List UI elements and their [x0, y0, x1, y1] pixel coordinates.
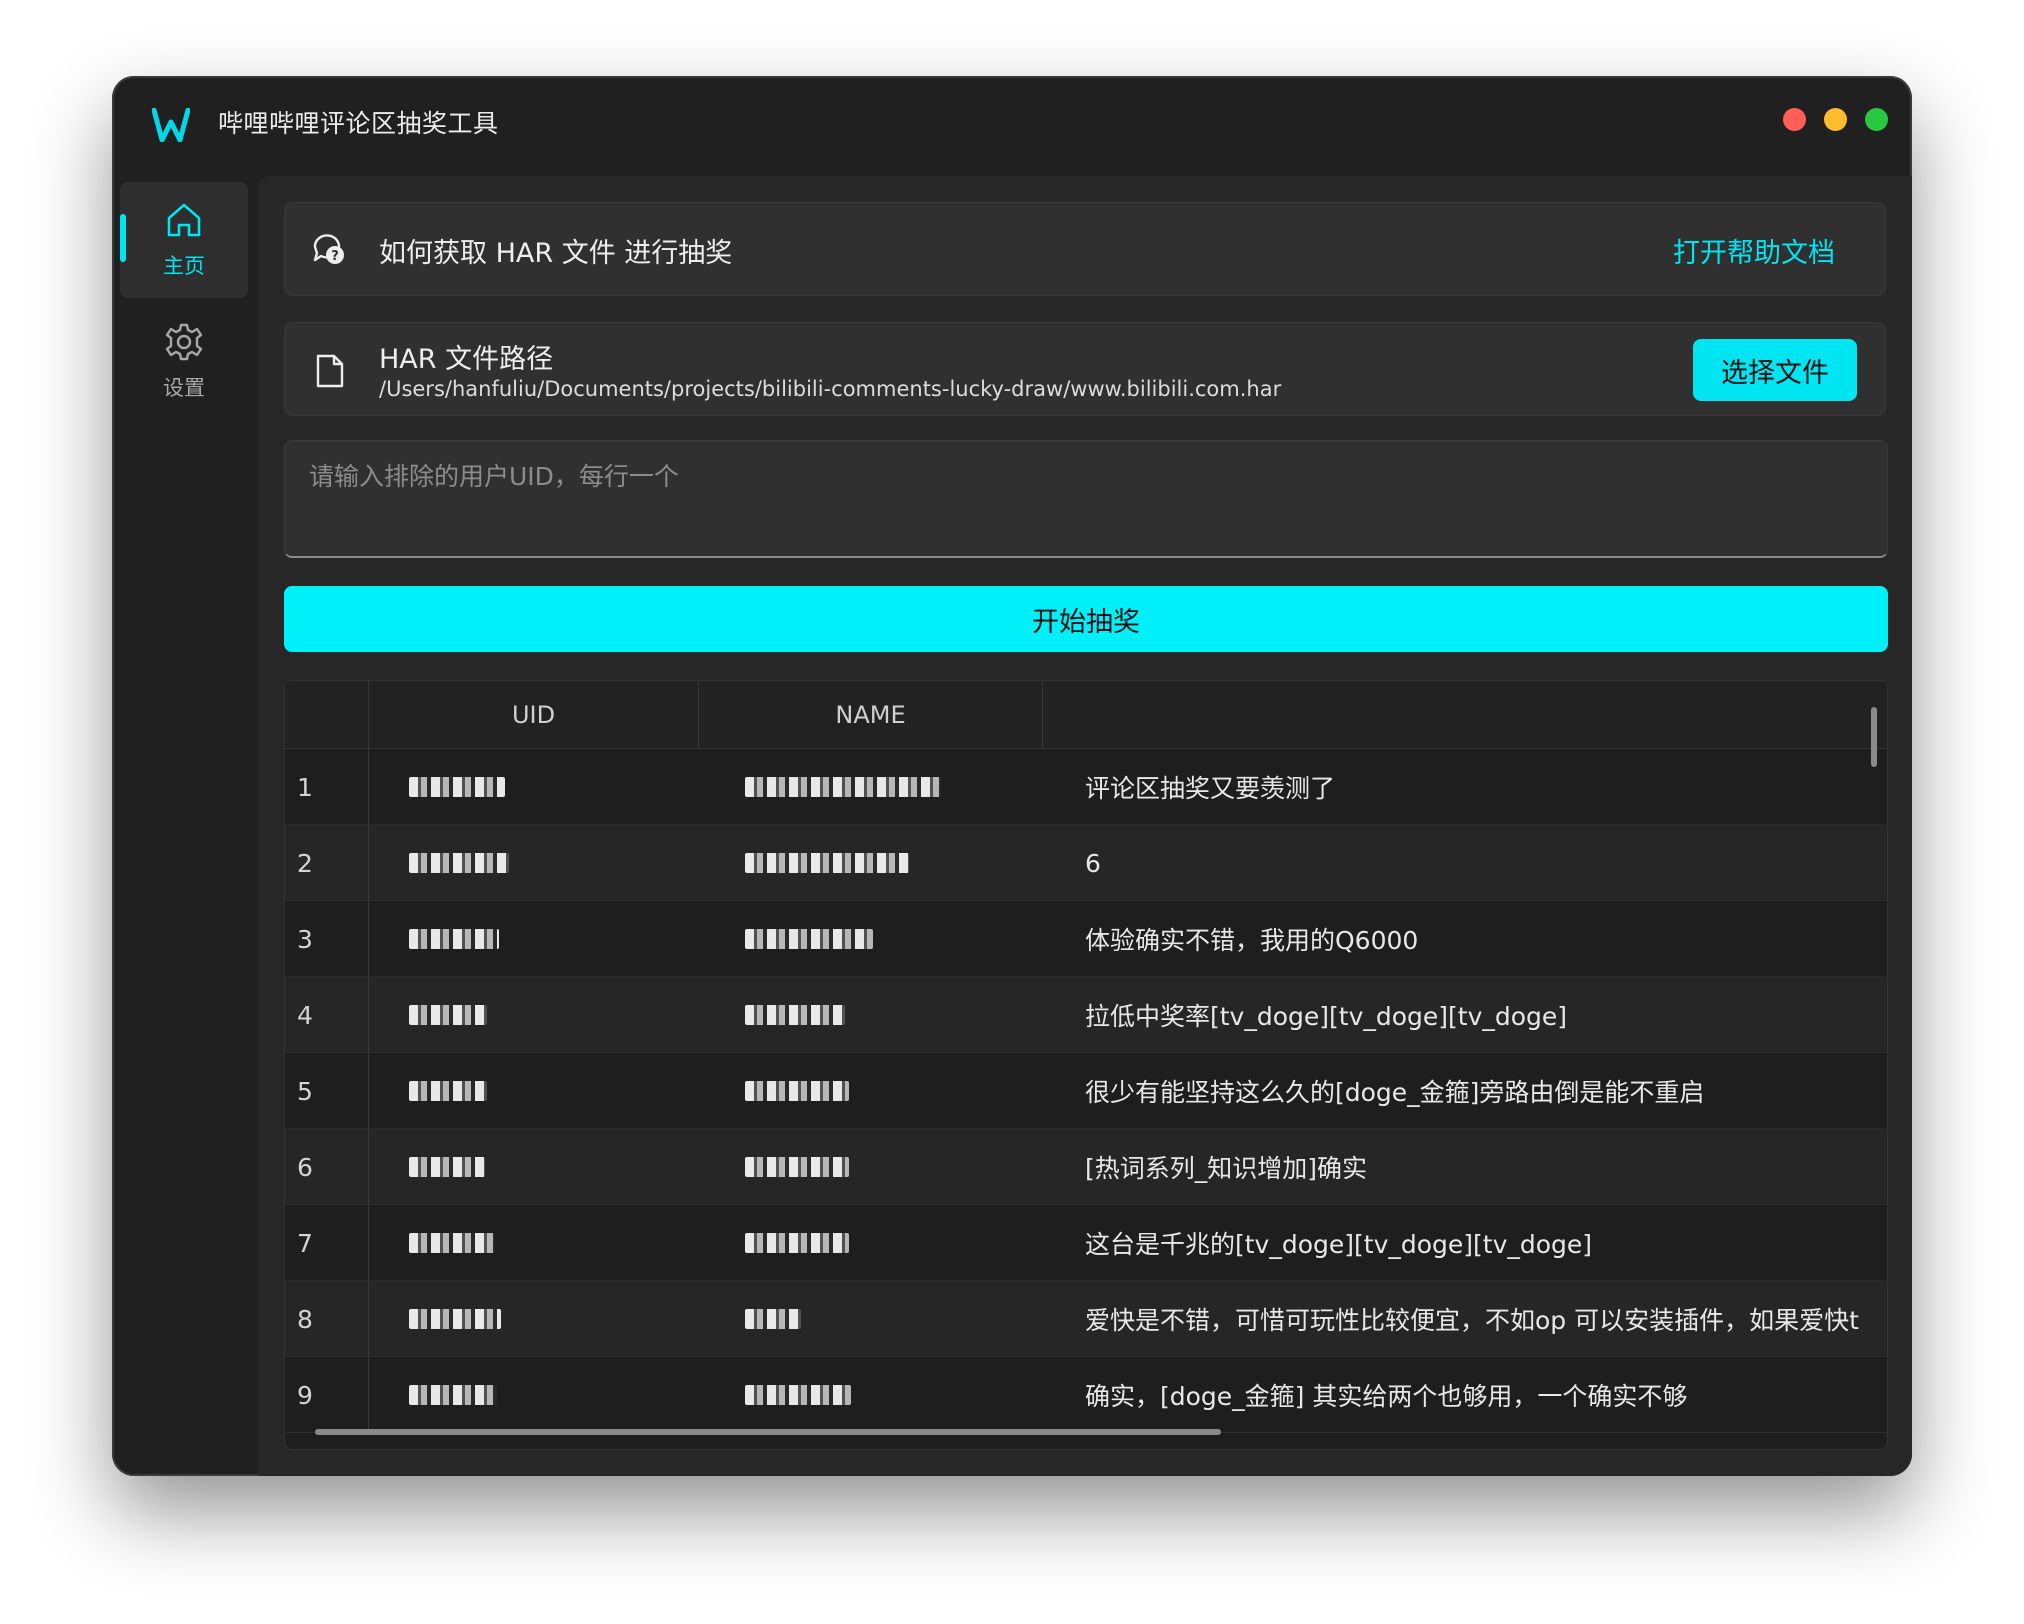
name-cell-redacted [699, 825, 1043, 901]
vertical-scrollbar[interactable] [1871, 707, 1877, 767]
column-header-index[interactable] [285, 681, 369, 749]
table-row[interactable]: 3 体验确实不错，我用的Q6000 [285, 901, 1887, 977]
select-file-button[interactable]: 选择文件 [1693, 339, 1857, 401]
uid-cell-redacted [369, 901, 699, 977]
uid-cell-redacted [369, 977, 699, 1053]
title-bar: 哔哩哔哩评论区抽奖工具 [112, 76, 1912, 176]
table-header: UID NAME [285, 681, 1887, 749]
table-row[interactable]: 2 6 [285, 825, 1887, 901]
sidebar: 主页 设置 [112, 176, 258, 1476]
sidebar-item-label: 主页 [163, 254, 205, 278]
row-index: 1 [285, 749, 369, 825]
uid-cell-redacted [369, 749, 699, 825]
file-path-value: /Users/hanfuliu/Documents/projects/bilib… [379, 377, 1282, 401]
comment-cell: 拉低中奖率[tv_doge][tv_doge][tv_doge] [1085, 1002, 1568, 1031]
table-row[interactable]: 6 [热词系列_知识增加]确实 [285, 1129, 1887, 1205]
sidebar-item-label: 设置 [163, 376, 205, 400]
file-card: HAR 文件路径 /Users/hanfuliu/Documents/proje… [284, 322, 1886, 416]
horizontal-scrollbar[interactable] [315, 1429, 1221, 1435]
name-cell-redacted [699, 901, 1043, 977]
uid-cell-redacted [369, 1053, 699, 1129]
table-row[interactable]: 9 确实，[doge_金箍] 其实给两个也够用，一个确实不够 [285, 1357, 1887, 1433]
column-header-uid[interactable]: UID [369, 681, 699, 749]
svg-text:?: ? [331, 249, 339, 264]
close-window-button[interactable] [1783, 108, 1806, 131]
uid-cell-redacted [369, 1281, 699, 1357]
maximize-window-button[interactable] [1865, 108, 1888, 131]
help-card: ? 如何获取 HAR 文件 进行抽奖 打开帮助文档 [284, 202, 1886, 296]
comment-cell: 这台是千兆的[tv_doge][tv_doge][tv_doge] [1085, 1230, 1593, 1259]
name-cell-redacted [699, 749, 1043, 825]
app-title: 哔哩哔哩评论区抽奖工具 [218, 109, 499, 138]
table-row[interactable]: 5 很少有能坚持这么久的[doge_金箍]旁路由倒是能不重启 [285, 1053, 1887, 1129]
name-cell-redacted [699, 977, 1043, 1053]
help-text: 如何获取 HAR 文件 进行抽奖 [379, 238, 733, 269]
open-help-docs-link[interactable]: 打开帮助文档 [1673, 231, 1835, 270]
comment-cell: 体验确实不错，我用的Q6000 [1085, 926, 1419, 955]
sidebar-item-settings[interactable]: 设置 [120, 304, 248, 420]
name-cell-redacted [699, 1281, 1043, 1357]
comment-cell: 评论区抽奖又要羡测了 [1085, 774, 1336, 803]
help-chat-icon: ? [313, 234, 344, 264]
table-body: 1 评论区抽奖又要羡测了 2 6 3 体验确实不错，我用的Q6000 4 拉低中… [285, 749, 1887, 1433]
row-index: 9 [285, 1357, 369, 1433]
row-index: 3 [285, 901, 369, 977]
comment-cell: 6 [1085, 848, 1101, 878]
name-cell-redacted [699, 1205, 1043, 1281]
name-cell-redacted [699, 1129, 1043, 1205]
start-draw-button[interactable]: 开始抽奖 [284, 586, 1888, 652]
file-icon [316, 354, 344, 388]
name-cell-redacted [699, 1357, 1043, 1433]
comment-cell: 很少有能坚持这么久的[doge_金箍]旁路由倒是能不重启 [1085, 1078, 1705, 1107]
home-icon [167, 203, 201, 237]
table-row[interactable]: 1 评论区抽奖又要羡测了 [285, 749, 1887, 825]
main-content: ? 如何获取 HAR 文件 进行抽奖 打开帮助文档 HAR 文件路径 /User… [258, 176, 1912, 1476]
row-index: 2 [285, 825, 369, 901]
file-path-title: HAR 文件路径 [379, 344, 554, 375]
uid-cell-redacted [369, 825, 699, 901]
row-index: 7 [285, 1205, 369, 1281]
app-logo-icon [152, 108, 190, 142]
row-index: 8 [285, 1281, 369, 1357]
comment-cell: 确实，[doge_金箍] 其实给两个也够用，一个确实不够 [1085, 1382, 1688, 1411]
minimize-window-button[interactable] [1824, 108, 1847, 131]
name-cell-redacted [699, 1053, 1043, 1129]
table-row[interactable]: 4 拉低中奖率[tv_doge][tv_doge][tv_doge] [285, 977, 1887, 1053]
table-row[interactable]: 7 这台是千兆的[tv_doge][tv_doge][tv_doge] [285, 1205, 1887, 1281]
window-controls [1783, 108, 1888, 131]
comment-cell: 爱快是不错，可惜可玩性比较便宜，不如op 可以安装插件，如果爱快t [1085, 1306, 1859, 1335]
comment-cell: [热词系列_知识增加]确实 [1085, 1154, 1368, 1183]
row-index: 4 [285, 977, 369, 1053]
table-row[interactable]: 8 爱快是不错，可惜可玩性比较便宜，不如op 可以安装插件，如果爱快t [285, 1281, 1887, 1357]
app-window: 哔哩哔哩评论区抽奖工具 主页 设置 ? 如何获取 HAR 文件 进行抽奖 打开帮… [112, 76, 1912, 1476]
uid-cell-redacted [369, 1357, 699, 1433]
active-indicator [120, 214, 126, 262]
results-table: UID NAME 1 评论区抽奖又要羡测了 2 6 3 体验确实不错，我用的Q6… [284, 680, 1888, 1450]
row-index: 5 [285, 1053, 369, 1129]
gear-icon [165, 323, 203, 361]
exclude-uid-input[interactable] [284, 440, 1888, 558]
uid-cell-redacted [369, 1205, 699, 1281]
column-header-name[interactable]: NAME [699, 681, 1043, 749]
sidebar-item-home[interactable]: 主页 [120, 182, 248, 298]
uid-cell-redacted [369, 1129, 699, 1205]
row-index: 6 [285, 1129, 369, 1205]
